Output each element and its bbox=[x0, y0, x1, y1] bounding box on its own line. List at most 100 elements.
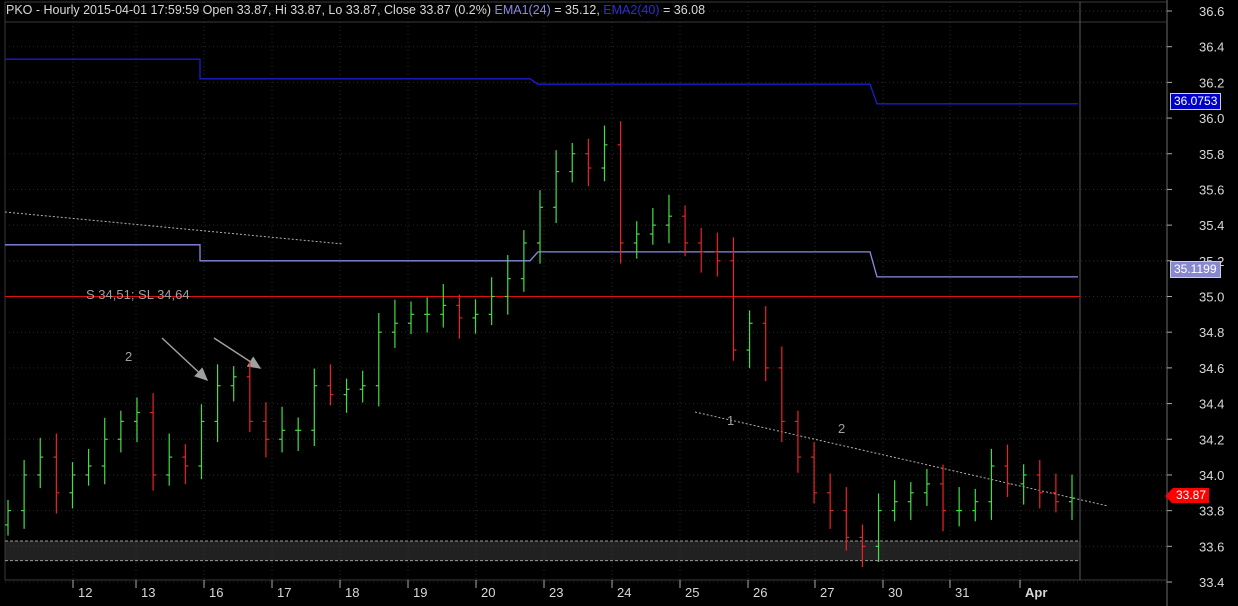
down-bar bbox=[811, 442, 818, 504]
header-title: PKO - Hourly 2015-04-01 17:59:59 Open 33… bbox=[6, 3, 492, 17]
up-bar bbox=[230, 366, 237, 402]
ema1-label: EMA1(24) bbox=[494, 3, 551, 17]
up-bar bbox=[5, 499, 11, 536]
up-bar bbox=[343, 378, 350, 413]
down-bar bbox=[327, 364, 334, 406]
trendline-upper-left bbox=[4, 211, 344, 245]
up-bar bbox=[472, 299, 479, 334]
down-bar bbox=[698, 227, 705, 273]
x-tick-label: 13 bbox=[141, 585, 155, 600]
down-bar bbox=[1052, 473, 1059, 513]
up-bar bbox=[633, 221, 640, 259]
down-bar bbox=[682, 205, 689, 257]
x-tick-label: 30 bbox=[888, 585, 902, 600]
signal-arrow bbox=[213, 337, 262, 369]
up-bar bbox=[375, 312, 382, 407]
up-bar bbox=[553, 150, 560, 223]
y-tick-label: 35.4 bbox=[1199, 218, 1224, 233]
wave-label: 1 bbox=[727, 413, 735, 428]
up-bar bbox=[488, 277, 495, 326]
wave-label: 2 bbox=[838, 421, 846, 436]
down-bar bbox=[182, 444, 189, 485]
down-bar bbox=[730, 237, 737, 361]
x-tick-label: 19 bbox=[413, 585, 427, 600]
down-bar bbox=[1036, 459, 1043, 509]
down-bar bbox=[714, 232, 721, 277]
y-tick-label: 34.2 bbox=[1199, 432, 1224, 447]
signal-annotation: S 34,51; SL 34,64 bbox=[86, 287, 190, 302]
down-bar bbox=[778, 346, 785, 443]
signal-arrow bbox=[161, 337, 209, 382]
y-tick-label: 34.0 bbox=[1199, 468, 1224, 483]
ema2-label: EMA2(40) bbox=[603, 3, 660, 17]
down-bar bbox=[53, 433, 60, 514]
down-bar bbox=[262, 402, 269, 458]
ema1-price-badge: 35.1199 bbox=[1170, 261, 1221, 278]
y-tick-label: 34.8 bbox=[1199, 325, 1224, 340]
y-tick-label: 35.8 bbox=[1199, 147, 1224, 162]
y-tick-label: 33.4 bbox=[1199, 575, 1224, 590]
y-tick-label: 36.0 bbox=[1199, 111, 1224, 126]
x-tick-label: 26 bbox=[753, 585, 767, 600]
up-bar bbox=[988, 448, 995, 520]
ema1-value: = 35.12, bbox=[550, 3, 600, 17]
x-tick-label: 17 bbox=[277, 585, 291, 600]
up-bar bbox=[391, 299, 398, 348]
down-bar bbox=[617, 121, 624, 264]
ema2-price-badge: 36.0753 bbox=[1170, 93, 1222, 110]
support-band bbox=[5, 540, 1080, 561]
up-bar bbox=[359, 370, 366, 403]
last-price-badge: 33.87 bbox=[1173, 488, 1210, 503]
up-bar bbox=[504, 255, 511, 315]
up-bar bbox=[101, 417, 108, 485]
down-bar bbox=[827, 473, 834, 529]
up-bar bbox=[279, 406, 286, 453]
up-bar bbox=[891, 480, 898, 522]
y-tick-label: 36.6 bbox=[1199, 4, 1224, 19]
last-price-arrow-icon bbox=[1165, 488, 1173, 504]
down-bar bbox=[1004, 444, 1011, 498]
chart-header: PKO - Hourly 2015-04-01 17:59:59 Open 33… bbox=[6, 3, 705, 17]
ema2-value: = 36.08 bbox=[659, 3, 706, 17]
x-tick-label: 12 bbox=[78, 585, 92, 600]
x-tick-label: 20 bbox=[481, 585, 495, 600]
up-bar bbox=[601, 125, 608, 182]
x-tick-label: 23 bbox=[549, 585, 563, 600]
price-chart[interactable]: 33.433.633.834.034.234.434.634.835.035.2… bbox=[0, 0, 1238, 606]
x-tick-label: 18 bbox=[345, 585, 359, 600]
y-tick-label: 35.0 bbox=[1199, 290, 1224, 305]
up-bar bbox=[746, 310, 753, 369]
y-tick-label: 33.6 bbox=[1199, 539, 1224, 554]
up-bar bbox=[408, 301, 415, 334]
up-bar bbox=[295, 417, 302, 452]
up-bar bbox=[649, 207, 656, 245]
down-bar bbox=[246, 361, 253, 433]
down-bar bbox=[585, 138, 592, 187]
down-bar bbox=[762, 306, 769, 382]
up-bar bbox=[133, 397, 140, 443]
x-tick-label: 31 bbox=[955, 585, 969, 600]
y-tick-label: 34.4 bbox=[1199, 397, 1224, 412]
up-bar bbox=[198, 404, 205, 480]
ema2-line bbox=[5, 58, 1078, 105]
up-bar bbox=[311, 368, 318, 447]
x-tick-label: Apr bbox=[1025, 585, 1047, 600]
y-tick-label: 35.6 bbox=[1199, 182, 1224, 197]
up-bar bbox=[21, 459, 28, 529]
up-bar bbox=[424, 297, 431, 333]
up-bar bbox=[85, 448, 92, 486]
y-tick-label: 36.4 bbox=[1199, 40, 1224, 55]
trendline-descending bbox=[694, 411, 1109, 507]
up-bar bbox=[665, 194, 672, 244]
y-tick-label: 33.8 bbox=[1199, 504, 1224, 519]
up-bar bbox=[569, 143, 576, 183]
down-bar bbox=[150, 393, 157, 491]
y-tick-label: 36.2 bbox=[1199, 75, 1224, 90]
up-bar bbox=[956, 487, 963, 527]
up-bar bbox=[166, 433, 173, 486]
x-tick-label: 25 bbox=[685, 585, 699, 600]
up-bar bbox=[972, 488, 979, 522]
up-bar bbox=[1020, 464, 1027, 505]
x-tick-label: 16 bbox=[209, 585, 223, 600]
down-bar bbox=[794, 410, 801, 473]
